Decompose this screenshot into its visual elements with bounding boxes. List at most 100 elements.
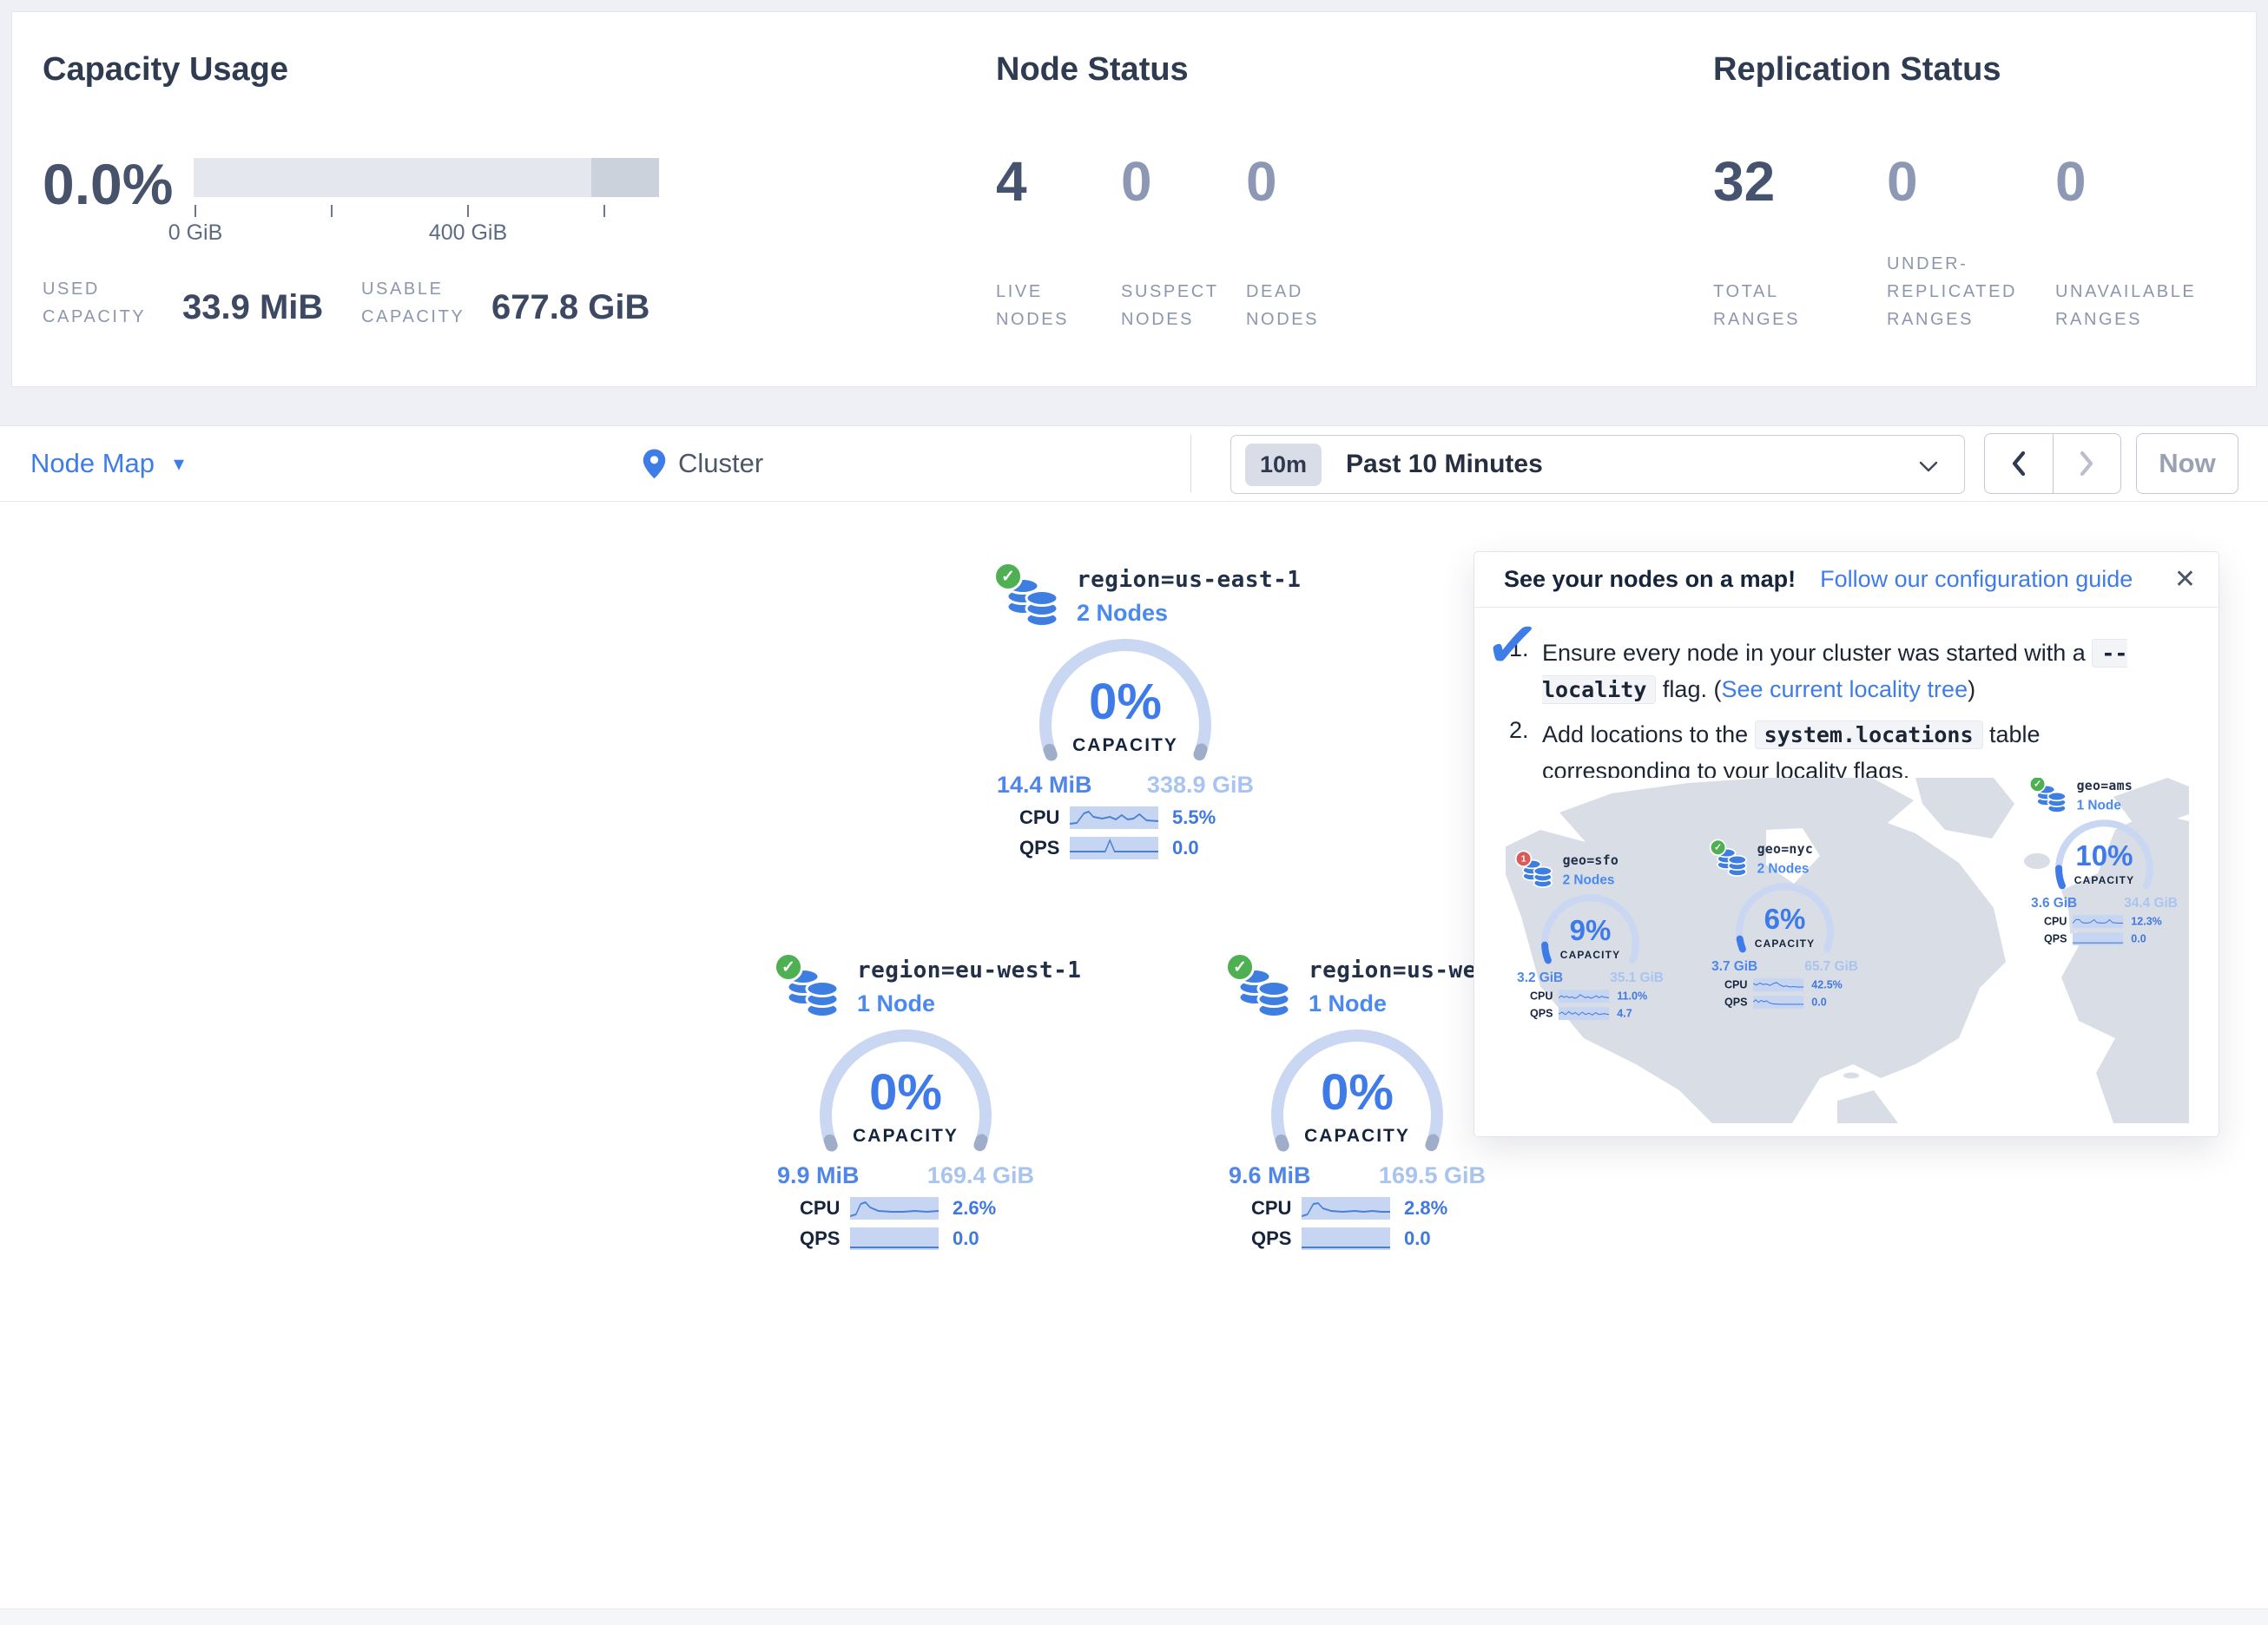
cpu-value: 2.8% xyxy=(1390,1197,1463,1220)
cpu-value: 12.3% xyxy=(2123,915,2165,928)
node-status-title: Node Status xyxy=(996,51,1189,89)
now-button[interactable]: Now xyxy=(2136,433,2238,494)
capacity-percent: 0% xyxy=(1266,1063,1448,1122)
usable-capacity-value: 677.8 GiB xyxy=(491,288,649,327)
capacity-percent: 0% xyxy=(814,1063,997,1122)
geo-title: geo=sfo xyxy=(1563,853,1619,868)
qps-value: 0.0 xyxy=(1390,1227,1463,1250)
cpu-sparkline xyxy=(2073,915,2123,928)
map-node-geo-nyc[interactable]: ✓ geo=nyc 2 Nodes 6% xyxy=(1711,842,1859,1009)
capacity-usage-percent: 0.0% xyxy=(43,151,173,217)
used-capacity-value: 33.9 MiB xyxy=(182,288,323,327)
cpu-label: CPU xyxy=(800,1197,850,1220)
cpu-sparkline xyxy=(850,1197,939,1220)
cpu-value: 5.5% xyxy=(1158,806,1231,829)
chevron-down-icon xyxy=(1919,461,1938,472)
healthy-check-icon: ✓ xyxy=(774,952,803,982)
capacity-gauge: 9% CAPACITY xyxy=(1539,894,1643,969)
time-range-label: Past 10 Minutes xyxy=(1346,450,1543,479)
qps-sparkline xyxy=(1302,1227,1390,1250)
capacity-label: CAPACITY xyxy=(2053,875,2157,887)
qps-sparkline xyxy=(1753,996,1803,1009)
footer-strip xyxy=(0,1609,2268,1625)
cpu-sparkline xyxy=(1070,806,1158,829)
capacity-percent: 9% xyxy=(1539,914,1643,947)
stat-unavailable-ranges: 0 UNAVAILABLE RANGES xyxy=(2055,151,2259,333)
cpu-value: 2.6% xyxy=(939,1197,1012,1220)
qps-label: QPS xyxy=(1530,1007,1559,1020)
capacity-used: 9.9 MiB xyxy=(777,1162,860,1189)
summary-panel: Capacity Usage 0.0% 0 GiB 400 GiB USED C… xyxy=(11,11,2257,387)
warning-count-badge: 1 xyxy=(1515,851,1532,867)
chevron-right-icon xyxy=(2078,451,2095,477)
node-map-canvas: ✓ region=us-east-1 2 Nodes 0% CAPACITY 1… xyxy=(0,502,2268,1609)
stat-live-nodes: 4 LIVE NODES xyxy=(996,151,1116,333)
cpu-sparkline xyxy=(1753,978,1803,991)
qps-value: 0.0 xyxy=(939,1227,1012,1250)
region-title: region=eu-west-1 xyxy=(857,957,1081,984)
node-map-setup-popup: See your nodes on a map! Follow our conf… xyxy=(1474,551,2219,1137)
breadcrumb-label: Cluster xyxy=(678,448,763,479)
region-nodes-link[interactable]: 1 Node xyxy=(857,990,935,1017)
axis-tick xyxy=(194,205,196,217)
qps-label: QPS xyxy=(1019,837,1070,859)
system-locations-code: system.locations xyxy=(1755,720,1983,749)
axis-tick-label: 400 GiB xyxy=(399,220,537,246)
capacity-gauge: 10% CAPACITY xyxy=(2053,819,2157,894)
chevron-left-icon xyxy=(2010,451,2027,477)
qps-label: QPS xyxy=(800,1227,850,1250)
qps-label: QPS xyxy=(2044,932,2073,945)
capacity-label: CAPACITY xyxy=(1266,1126,1448,1147)
time-range-badge: 10m xyxy=(1245,444,1322,486)
close-icon[interactable]: ✕ xyxy=(2174,564,2196,595)
setup-step-1: 1. Ensure every node in your cluster was… xyxy=(1509,635,2186,708)
axis-tick-label: 0 GiB xyxy=(126,220,265,246)
view-selector-dropdown[interactable]: Node Map ▾ xyxy=(30,426,184,501)
qps-label: QPS xyxy=(1251,1227,1302,1250)
capacity-total: 169.4 GiB xyxy=(927,1162,1034,1189)
capacity-total: 34.4 GiB xyxy=(2124,896,2178,911)
capacity-usage-title: Capacity Usage xyxy=(43,51,288,89)
time-range-selector[interactable]: 10m Past 10 Minutes xyxy=(1230,435,1965,494)
used-capacity-label: USED CAPACITY xyxy=(43,275,157,331)
capacity-percent: 10% xyxy=(2053,839,2157,872)
region-card-us-west-1[interactable]: ✓ region=us-west-1 1 Node 0% CAPACITY 9.… xyxy=(1227,957,1487,1250)
map-node-geo-ams[interactable]: ✓ geo=ams 1 Node 10% xyxy=(2030,779,2179,945)
region-nodes-link[interactable]: 2 Nodes xyxy=(1077,600,1168,627)
capacity-percent: 0% xyxy=(1034,673,1216,731)
cpu-label: CPU xyxy=(1251,1197,1302,1220)
cpu-label: CPU xyxy=(2044,915,2073,928)
time-step-back-button[interactable] xyxy=(1985,434,2053,493)
capacity-used: 14.4 MiB xyxy=(997,772,1092,799)
region-title: region=us-east-1 xyxy=(1077,567,1301,593)
cpu-sparkline xyxy=(1302,1197,1390,1220)
capacity-total: 169.5 GiB xyxy=(1379,1162,1486,1189)
capacity-label: CAPACITY xyxy=(1539,950,1643,962)
region-nodes-link[interactable]: 1 Node xyxy=(1309,990,1387,1017)
qps-sparkline xyxy=(850,1227,939,1250)
axis-tick xyxy=(603,205,605,217)
capacity-used: 3.6 GiB xyxy=(2031,896,2077,911)
breadcrumb: Cluster xyxy=(643,426,763,501)
map-node-geo-sfo[interactable]: 1 geo=sfo 2 Nodes 9% xyxy=(1516,853,1665,1020)
qps-sparkline xyxy=(1070,837,1158,859)
geo-nodes-link: 1 Node xyxy=(2077,798,2121,813)
capacity-gauge: 0% CAPACITY xyxy=(814,1029,997,1159)
geo-title: geo=nyc xyxy=(1757,842,1813,857)
axis-tick xyxy=(467,205,469,217)
time-step-forward-button[interactable] xyxy=(2053,434,2121,493)
region-card-eu-west-1[interactable]: ✓ region=eu-west-1 1 Node 0% CAPACITY 9.… xyxy=(775,957,1036,1250)
configuration-guide-link[interactable]: Follow our configuration guide xyxy=(1820,566,2133,593)
usable-capacity-label: USABLE CAPACITY xyxy=(361,275,476,331)
cpu-label: CPU xyxy=(1724,978,1753,991)
divider xyxy=(1190,435,1191,492)
locality-tree-link[interactable]: See current locality tree xyxy=(1721,676,1968,702)
replication-status-title: Replication Status xyxy=(1713,51,2001,89)
geo-title: geo=ams xyxy=(2077,779,2133,793)
region-card-us-east-1[interactable]: ✓ region=us-east-1 2 Nodes 0% CAPACITY 1… xyxy=(995,567,1256,859)
cpu-sparkline xyxy=(1559,990,1609,1003)
qps-sparkline xyxy=(2073,932,2123,945)
capacity-used: 3.7 GiB xyxy=(1711,959,1757,975)
cpu-label: CPU xyxy=(1530,990,1559,1003)
stat-suspect-nodes: 0 SUSPECT NODES xyxy=(1121,151,1241,333)
